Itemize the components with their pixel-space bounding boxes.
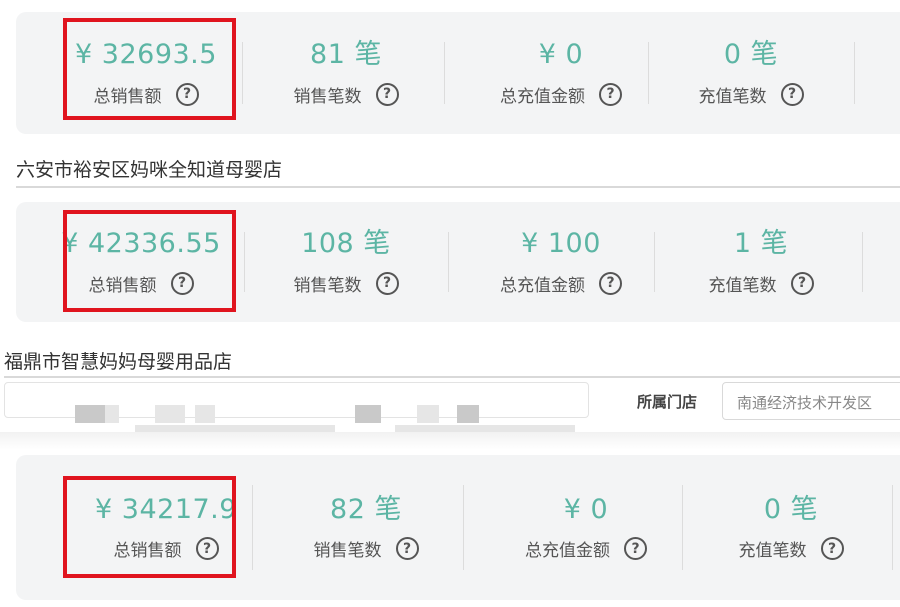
divider (862, 232, 863, 292)
stat-value: ¥ 32693.5 (75, 39, 217, 71)
question-circle-icon[interactable]: ? (624, 537, 647, 561)
stat-label: 充值笔数 (708, 275, 777, 296)
stat-value: 0 笔 (763, 493, 819, 525)
stat-value: 82 笔 (330, 493, 402, 525)
divider (654, 232, 655, 292)
divider (16, 186, 900, 188)
stat-value: 81 笔 (310, 39, 382, 71)
stat-value: ¥ 100 (521, 228, 601, 260)
stat-sales-count: 81 笔 销售笔数 ? (256, 12, 436, 134)
stat-label: 充值笔数 (698, 86, 767, 107)
question-circle-icon[interactable]: ? (375, 271, 399, 295)
question-circle-icon[interactable]: ? (780, 82, 804, 106)
separator-band (0, 432, 900, 450)
divider (448, 232, 449, 292)
stat-value: 1 笔 (733, 228, 789, 260)
stats-panel-3: ¥ 34217.9 总销售额 ? 82 笔 销售笔数 ? ¥ 0 总充值金额 ?… (16, 455, 900, 600)
stat-total-recharge: ¥ 100 总充值金额 ? (461, 202, 661, 322)
question-circle-icon[interactable]: ? (175, 82, 199, 106)
stat-value: ¥ 34217.9 (95, 493, 237, 525)
question-circle-icon[interactable]: ? (599, 82, 622, 106)
stat-recharge-count: 0 笔 充值笔数 ? (666, 12, 836, 134)
pixelated-block (457, 405, 479, 423)
stat-recharge-count: 1 笔 充值笔数 ? (671, 202, 851, 322)
stat-label: 总充值金额 (500, 275, 585, 296)
divider (854, 42, 855, 104)
store-name: 六安市裕安区妈咪全知道母婴店 (16, 159, 283, 181)
divider (244, 232, 245, 292)
stat-sales-count: 82 笔 销售笔数 ? (271, 455, 461, 600)
stats-panel-2: ¥ 42336.55 总销售额 ? 108 笔 销售笔数 ? ¥ 100 总充值… (16, 202, 900, 322)
question-circle-icon[interactable]: ? (375, 82, 399, 106)
stat-total-recharge: ¥ 0 总充值金额 ? (461, 12, 661, 134)
stat-label: 销售笔数 (293, 275, 362, 296)
store-filter-label: 所属门店 (637, 393, 698, 411)
question-circle-icon[interactable]: ? (820, 537, 844, 561)
question-circle-icon[interactable]: ? (790, 271, 814, 295)
divider (242, 42, 243, 104)
pixelated-block (75, 405, 105, 423)
pixelated-block (355, 405, 381, 423)
stat-recharge-count: 0 笔 充值笔数 ? (701, 455, 881, 600)
question-circle-icon[interactable]: ? (599, 271, 622, 295)
stat-value: 108 笔 (301, 228, 391, 260)
stat-value: 0 笔 (723, 39, 779, 71)
stat-value: ¥ 0 (538, 39, 584, 71)
divider (252, 485, 253, 570)
pixelated-block (155, 405, 185, 423)
stat-sales-count: 108 笔 销售笔数 ? (251, 202, 441, 322)
stat-value: ¥ 42336.55 (61, 228, 221, 260)
question-circle-icon[interactable]: ? (170, 271, 194, 295)
stat-label: 总销售额 (88, 275, 157, 296)
stat-total-sales: ¥ 42336.55 总销售额 ? (41, 202, 241, 322)
stat-label: 总销售额 (93, 86, 162, 107)
obscured-input[interactable] (4, 382, 589, 437)
stat-label: 总充值金额 (500, 86, 585, 107)
question-circle-icon[interactable]: ? (195, 537, 219, 561)
stat-label: 销售笔数 (293, 86, 362, 107)
divider (682, 485, 683, 570)
divider (892, 485, 893, 570)
pixelated-block (417, 405, 439, 423)
store-select[interactable]: 南通经济技术开发区 (722, 382, 900, 420)
stat-label: 总充值金额 (525, 541, 610, 562)
stat-total-sales: ¥ 34217.9 总销售额 ? (66, 455, 266, 600)
stat-value: ¥ 0 (563, 493, 609, 525)
stat-label: 充值笔数 (738, 541, 807, 562)
divider (463, 485, 464, 570)
pixelated-block (105, 405, 119, 423)
store-name: 福鼎市智慧妈妈母婴用品店 (4, 351, 233, 373)
stats-panel-1: ¥ 32693.5 总销售额 ? 81 笔 销售笔数 ? ¥ 0 总充值金额 ?… (16, 12, 900, 134)
divider (444, 42, 445, 104)
divider (648, 42, 649, 104)
stat-label: 销售笔数 (313, 541, 382, 562)
filter-bar: 所属门店 南通经济技术开发区 (0, 378, 900, 438)
stat-label: 总销售额 (113, 541, 182, 562)
stat-total-sales: ¥ 32693.5 总销售额 ? (56, 12, 236, 134)
question-circle-icon[interactable]: ? (395, 537, 419, 561)
stat-total-recharge: ¥ 0 总充值金额 ? (481, 455, 691, 600)
pixelated-block (195, 405, 215, 423)
